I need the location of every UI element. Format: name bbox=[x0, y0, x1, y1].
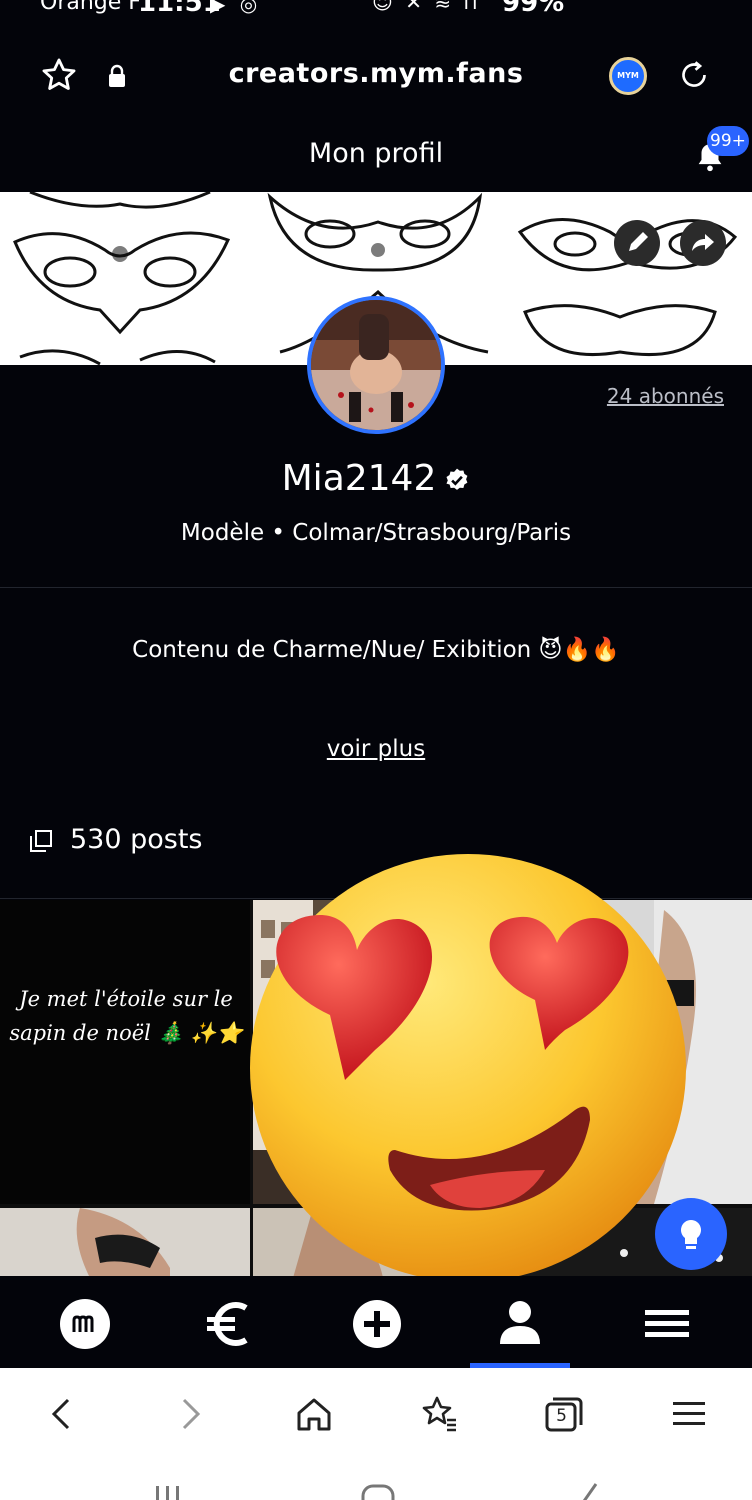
verified-badge-icon bbox=[446, 468, 468, 490]
profile-name: Mia2142 bbox=[281, 458, 437, 499]
post-tile[interactable] bbox=[0, 1208, 250, 1276]
bookmarks-icon[interactable] bbox=[419, 1394, 459, 1434]
reload-icon[interactable] bbox=[676, 57, 712, 93]
profile-bio: Contenu de Charme/Nue/ Exibition 😈🔥🔥 bbox=[132, 637, 620, 663]
see-more-link[interactable]: voir plus bbox=[0, 736, 752, 762]
posts-icon bbox=[30, 829, 52, 852]
divider bbox=[0, 587, 752, 588]
nav-menu[interactable] bbox=[641, 1298, 693, 1350]
home-icon[interactable] bbox=[294, 1394, 334, 1434]
posts-count-row: 530 posts bbox=[30, 824, 203, 860]
system-home-icon[interactable] bbox=[358, 1478, 398, 1500]
tabs-count: 5 bbox=[556, 1406, 567, 1426]
share-profile-button[interactable] bbox=[680, 220, 726, 266]
tabs-button[interactable]: 5 bbox=[544, 1394, 584, 1434]
nav-earnings[interactable] bbox=[202, 1298, 254, 1350]
avatar[interactable] bbox=[307, 296, 445, 434]
page-header: Mon profil 99+ bbox=[0, 126, 752, 192]
nav-create[interactable] bbox=[351, 1298, 403, 1350]
app-bottom-nav bbox=[0, 1276, 752, 1368]
mym-extension-icon[interactable]: MYM bbox=[609, 57, 647, 95]
browser-toolbar: 5 bbox=[0, 1368, 752, 1500]
post-photo bbox=[0, 1208, 250, 1276]
profile-subtitle: Modèle • Colmar/Strasbourg/Paris bbox=[180, 520, 572, 546]
post-tile[interactable]: Je met l'étoile sur le sapin de noël 🎄 ✨… bbox=[0, 900, 250, 1204]
heart-eyes-emoji-sticker bbox=[250, 854, 686, 1282]
nav-home[interactable] bbox=[59, 1298, 111, 1350]
followers-link[interactable]: 24 abonnés bbox=[607, 384, 724, 408]
profile-icon bbox=[500, 1301, 540, 1344]
status-app-icons: ▶ ◎ bbox=[210, 0, 262, 16]
lightbulb-icon bbox=[681, 1220, 701, 1249]
share-arrow-icon bbox=[692, 234, 714, 251]
system-back-icon[interactable] bbox=[570, 1478, 610, 1500]
status-system-icons: ☺ ✕ ≋ ıl bbox=[372, 0, 481, 14]
browser-url-bar: creators.mym.fans MYM bbox=[0, 22, 752, 130]
mym-home-icon bbox=[60, 1299, 110, 1349]
carrier-name: Orange F bbox=[40, 0, 141, 15]
status-time: 11:51 bbox=[138, 0, 221, 18]
browser-menu-icon[interactable] bbox=[669, 1394, 709, 1434]
avatar-photo bbox=[311, 300, 441, 430]
forward-icon[interactable] bbox=[170, 1394, 210, 1434]
battery-level: 99% bbox=[502, 0, 565, 18]
hamburger-menu-icon bbox=[645, 1310, 689, 1337]
plus-icon bbox=[353, 1300, 401, 1348]
recent-apps-icon[interactable] bbox=[150, 1478, 190, 1500]
back-icon[interactable] bbox=[42, 1394, 82, 1434]
euro-icon bbox=[207, 1302, 248, 1346]
edit-banner-button[interactable] bbox=[614, 220, 660, 266]
nav-profile[interactable] bbox=[494, 1298, 546, 1350]
profile-name-row: Mia2142 bbox=[0, 458, 752, 499]
page-title: Mon profil bbox=[308, 138, 444, 169]
status-bar: Orange F 11:51 ▶ ◎ ☺ ✕ ≋ ıl 99% bbox=[0, 0, 752, 22]
tips-button[interactable] bbox=[655, 1198, 727, 1270]
notification-badge: 99+ bbox=[707, 126, 749, 156]
posts-count: 530 posts bbox=[70, 824, 203, 855]
post-caption: Je met l'étoile sur le sapin de noël 🎄 ✨… bbox=[9, 987, 243, 1045]
pencil-icon bbox=[629, 232, 648, 251]
